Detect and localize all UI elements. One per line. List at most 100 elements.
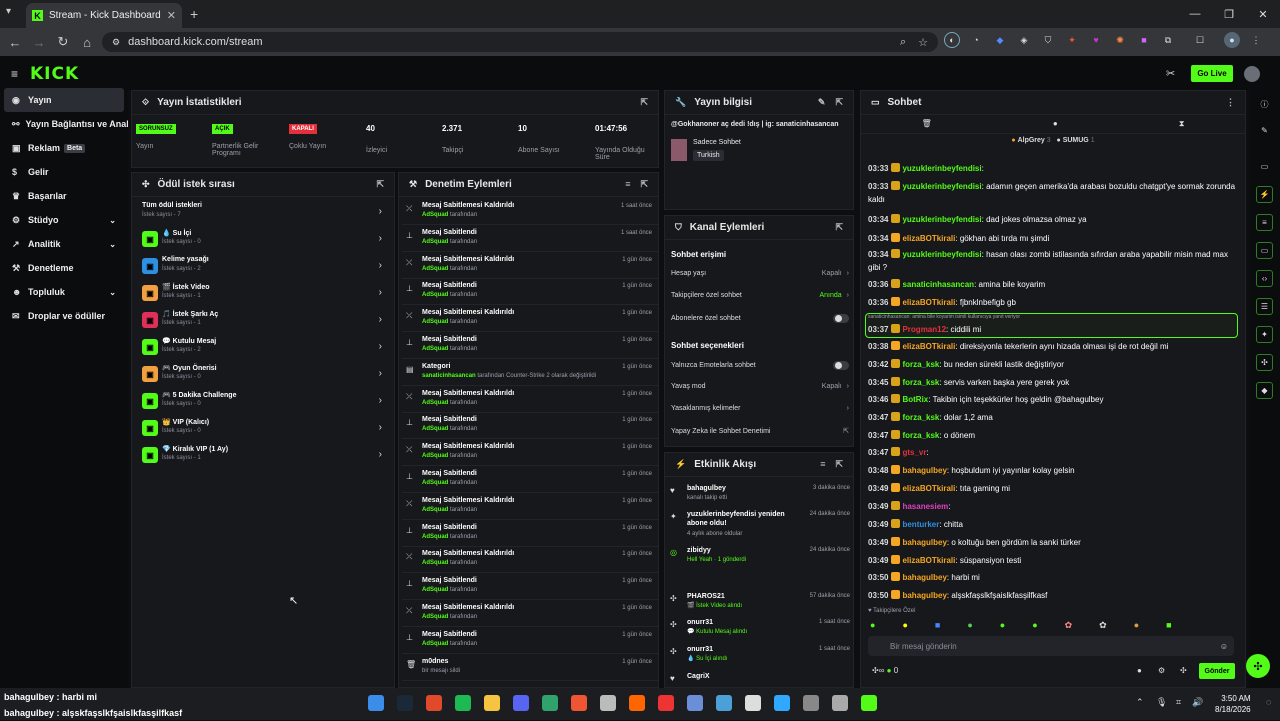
profile-icon[interactable]: ● xyxy=(1224,32,1240,48)
extensions-puzzle-icon[interactable]: ⧉ xyxy=(1160,32,1176,48)
extension-icon[interactable]: ◔ xyxy=(968,32,984,48)
account-age-setting[interactable]: Hesap yaşı Kapalı › xyxy=(671,270,849,277)
reward-row[interactable]: Tüm ödül istekleri İstek sayısı - 7 › xyxy=(142,201,386,227)
bookmark-star-icon[interactable]: ☆ xyxy=(918,36,928,49)
trash-tab-icon[interactable]: 🗑 xyxy=(922,119,932,129)
chat-username[interactable]: forza_ksk xyxy=(902,431,939,440)
sidebar-item-stream-key[interactable]: ⚯ Yayın Bağlantısı ve Anahtarı xyxy=(0,112,128,136)
chat-username[interactable]: forza_ksk xyxy=(902,413,939,422)
emote-icon[interactable]: ✿ xyxy=(1065,620,1073,631)
chat-username[interactable]: yuzuklerinbeyfendisi xyxy=(902,182,981,191)
timer-tab-icon[interactable]: ⧗ xyxy=(1179,119,1185,129)
wrench-icon[interactable]: ✦ xyxy=(1256,326,1273,343)
extension-icon[interactable]: ◆ xyxy=(992,32,1008,48)
popout-icon[interactable]: ⇱ xyxy=(835,459,843,470)
slow-mode-setting[interactable]: Yavaş mod Kapalı › xyxy=(671,383,849,390)
chat-username[interactable]: forza_ksk xyxy=(902,360,939,369)
emote-icon[interactable]: ■ xyxy=(1166,620,1171,631)
stack-icon[interactable]: ☰ xyxy=(1256,298,1273,315)
tab-search-icon[interactable]: ▾ xyxy=(6,6,11,17)
list-icon[interactable]: ≡ xyxy=(1256,214,1273,231)
taskbar-app-icon[interactable] xyxy=(600,695,616,711)
taskbar-app-icon[interactable] xyxy=(716,695,732,711)
settings-gear-icon[interactable]: ⚙ xyxy=(1158,666,1165,675)
sidebar-item-topluluk[interactable]: ☻ Topluluk ⌄ xyxy=(0,280,128,304)
taskbar-app-icon[interactable] xyxy=(571,695,587,711)
gift-icon[interactable]: ✣ xyxy=(1180,666,1187,675)
chat-username[interactable]: bahagulbey xyxy=(902,573,946,582)
chat-username[interactable]: sanaticinhasancan xyxy=(902,280,974,289)
system-clock[interactable]: 3:50 AM 8/18/2026 xyxy=(1215,693,1251,715)
chat-username[interactable]: elizaBOTkirali xyxy=(902,556,955,565)
minimize-icon[interactable]: — xyxy=(1178,0,1212,28)
more-options-icon[interactable]: ⋮ xyxy=(1226,97,1235,108)
tab-close-icon[interactable]: ✕ xyxy=(167,9,176,22)
followers-only-setting[interactable]: Takipçilere özel sohbet Anında › xyxy=(671,292,849,299)
notifications-icon[interactable]: ◌ xyxy=(1266,697,1271,707)
url-field[interactable]: ⚙ dashboard.kick.com/stream ⌕ ☆ xyxy=(102,32,938,52)
popout-icon[interactable]: ⇱ xyxy=(835,97,843,108)
zoom-icon[interactable]: ⌕ xyxy=(900,36,906,49)
tray-chevron-icon[interactable]: ⌃ xyxy=(1136,697,1144,708)
taskbar-app-icon[interactable] xyxy=(658,695,674,711)
sidebar-item-reklam[interactable]: ▣ Reklam Beta xyxy=(0,136,128,160)
reward-row[interactable]: ▣ 💬 Kutulu Mesaj İstek sayısı - 2 › xyxy=(142,336,386,362)
reward-row[interactable]: ▣ 💧 Su İçi İstek sayısı - 0 › xyxy=(142,228,386,254)
avatar[interactable] xyxy=(1244,66,1260,82)
kicks-counter[interactable]: ✣∞ ● 0 xyxy=(872,666,898,675)
popout-icon[interactable]: ⇱ xyxy=(835,222,843,233)
emote-only-toggle[interactable] xyxy=(833,361,849,370)
edit-icon[interactable]: ✎ xyxy=(1256,122,1273,139)
taskbar-app-icon[interactable] xyxy=(745,695,761,711)
taskbar-app-icon[interactable] xyxy=(484,695,500,711)
maximize-icon[interactable]: ❐ xyxy=(1212,0,1246,28)
emote-picker-icon[interactable]: ☺ xyxy=(1220,642,1228,651)
popout-icon[interactable]: ⇱ xyxy=(376,179,384,190)
popout-icon[interactable]: ⇱ xyxy=(640,179,648,190)
chat-username[interactable]: bahagulbey xyxy=(902,591,946,600)
extension-icon[interactable]: ✺ xyxy=(1112,32,1128,48)
reading-list-icon[interactable]: ☐ xyxy=(1192,32,1208,48)
chat-username[interactable]: elizaBOTkirali xyxy=(902,298,955,307)
sidebar-item-droplar[interactable]: ✉ Droplar ve ödüller xyxy=(0,304,128,328)
taskbar-app-icon[interactable] xyxy=(687,695,703,711)
extension-icon[interactable]: ⛉ xyxy=(1040,32,1056,48)
emote-icon[interactable]: ● xyxy=(870,620,875,631)
kick-logo[interactable]: KICK xyxy=(30,64,79,84)
taskbar-app-icon[interactable] xyxy=(803,695,819,711)
site-info-icon[interactable]: ⚙ xyxy=(112,37,120,48)
back-icon[interactable]: ← xyxy=(3,35,27,50)
share-icon[interactable]: ✣ xyxy=(1256,354,1273,371)
chat-username[interactable]: hasanesiem xyxy=(902,502,948,511)
browser-menu-icon[interactable]: ⋮ xyxy=(1248,32,1264,48)
chat-username[interactable]: bahagulbey xyxy=(902,538,946,547)
reward-row[interactable]: ▣ 🎬 İstek Video İstek sayısı - 1 › xyxy=(142,282,386,308)
reload-icon[interactable]: ↻ xyxy=(51,34,75,50)
reward-row[interactable]: ▣ Kelime yasağı İstek sayısı - 2 › xyxy=(142,255,386,281)
taskbar-app-icon[interactable] xyxy=(397,695,413,711)
ai-moderation-setting[interactable]: Yapay Zeka ile Sohbet Denetimi ⇱ xyxy=(671,427,849,436)
filter-icon[interactable]: ≡ xyxy=(820,459,825,470)
chat-username[interactable]: yuzuklerinbeyfendisi xyxy=(902,250,981,259)
reward-row[interactable]: ▣ 💎 Kiralık VIP (1 Ay) İstek sayısı - 1 › xyxy=(142,444,386,470)
window-close-icon[interactable]: ✕ xyxy=(1246,0,1280,28)
new-tab-icon[interactable]: + xyxy=(190,6,198,22)
chat-input[interactable]: Bir mesaj gönderin ☺ xyxy=(868,636,1234,656)
taskbar-app-icon[interactable] xyxy=(629,695,645,711)
sidebar-item-analitik[interactable]: ↗ Analitik ⌄ xyxy=(0,232,128,256)
sidebar-item-studyo[interactable]: ⚙ Stüdyo ⌄ xyxy=(0,208,128,232)
chat-username[interactable]: elizaBOTkirali xyxy=(902,484,955,493)
hamburger-menu-icon[interactable]: ≡ xyxy=(11,67,18,81)
taskbar-app-icon[interactable] xyxy=(774,695,790,711)
reward-row[interactable]: ▣ 🎮 Oyun Önerisi İstek sayısı - 0 › xyxy=(142,363,386,389)
microphone-icon[interactable]: 🎙 xyxy=(1156,697,1167,708)
chat-icon[interactable]: ▭ xyxy=(1256,242,1273,259)
code-icon[interactable]: ‹› xyxy=(1256,270,1273,287)
taskbar-app-icon[interactable] xyxy=(426,695,442,711)
chat-username[interactable]: benturker xyxy=(902,520,939,529)
volume-icon[interactable]: 🔊 xyxy=(1192,697,1203,708)
extension-icon[interactable]: ◐ xyxy=(944,32,960,48)
extension-icon[interactable]: ■ xyxy=(1136,32,1152,48)
taskbar-app-icon[interactable] xyxy=(861,695,877,711)
emote-icon[interactable]: ✿ xyxy=(1099,620,1107,631)
